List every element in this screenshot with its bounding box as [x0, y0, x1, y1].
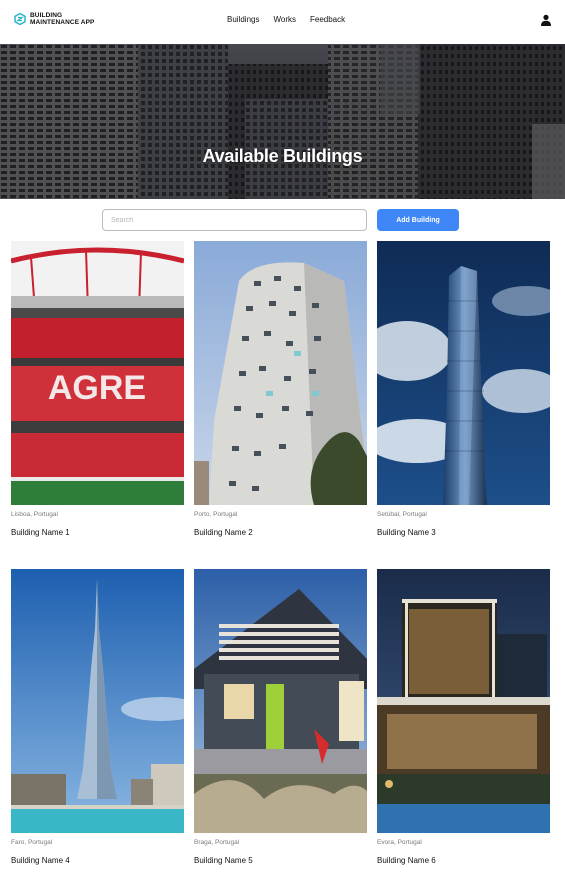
building-location: Evora, Portugal	[377, 839, 422, 846]
building-card[interactable]: Evora, Portugal Building Name 6	[377, 569, 550, 865]
building-card[interactable]: AGRE Lisboa, Portugal Building Name 1	[11, 241, 184, 537]
brand-line-2: MAINTENANCE APP	[30, 19, 95, 26]
city-skyline-image	[0, 44, 565, 199]
add-building-button[interactable]: Add Building	[377, 209, 459, 231]
building-card[interactable]: Porto, Portugal Building Name 2	[194, 241, 367, 537]
top-navbar: BUILDING MAINTENANCE APP Buildings Works…	[0, 0, 565, 44]
nav-works[interactable]: Works	[273, 15, 296, 24]
building-location: Faro, Portugal	[11, 839, 53, 846]
building-location: Lisboa, Portugal	[11, 511, 58, 518]
building-card[interactable]: Braga, Portugal Building Name 5	[194, 569, 367, 865]
building-location: Setúbal, Portugal	[377, 511, 427, 518]
nav-feedback[interactable]: Feedback	[310, 15, 345, 24]
building-name[interactable]: Building Name 6	[377, 856, 436, 865]
building-name[interactable]: Building Name 1	[11, 528, 70, 537]
building-image-night-villa[interactable]	[377, 569, 550, 833]
brand-line-1: BUILDING	[30, 12, 63, 19]
hero-banner: Available Buildings	[0, 44, 565, 199]
main-nav: Buildings Works Feedback	[227, 15, 345, 24]
building-image-modern-house[interactable]	[194, 569, 367, 833]
building-image-spire-skyscraper[interactable]	[11, 569, 184, 833]
building-card[interactable]: Setúbal, Portugal Building Name 3	[377, 241, 550, 537]
svg-text:AGRE: AGRE	[48, 369, 146, 407]
building-name[interactable]: Building Name 5	[194, 856, 253, 865]
building-image-twisted-glass-tower[interactable]	[377, 241, 550, 505]
building-name[interactable]: Building Name 2	[194, 528, 253, 537]
building-name[interactable]: Building Name 3	[377, 528, 436, 537]
building-image-white-tower[interactable]	[194, 241, 367, 505]
building-image-stadium[interactable]: AGRE	[11, 241, 184, 505]
building-location: Porto, Portugal	[194, 511, 238, 518]
building-card[interactable]: Faro, Portugal Building Name 4	[11, 569, 184, 865]
brand-logo-icon	[14, 13, 26, 25]
nav-buildings[interactable]: Buildings	[227, 15, 259, 24]
search-input[interactable]	[102, 209, 367, 231]
brand-name: BUILDING MAINTENANCE APP	[30, 12, 94, 26]
page-title: Available Buildings	[202, 146, 363, 166]
building-location: Braga, Portugal	[194, 839, 240, 846]
user-account-icon[interactable]	[540, 14, 552, 26]
brand[interactable]: BUILDING MAINTENANCE APP	[14, 12, 94, 26]
building-name[interactable]: Building Name 4	[11, 856, 70, 865]
